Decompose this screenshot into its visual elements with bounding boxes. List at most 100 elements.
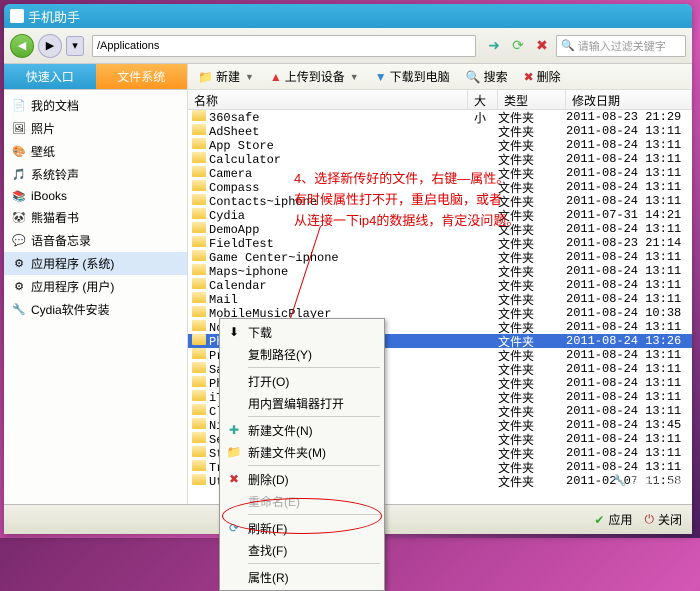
file-row[interactable]: Game Center~iphone文件夹2011-08-24 13:11 <box>188 250 692 264</box>
file-row[interactable]: Contacts~iphone文件夹2011-08-24 13:11 <box>188 194 692 208</box>
history-dropdown[interactable]: ▾ <box>66 36 84 56</box>
cm-delete[interactable]: ✖删除(D) <box>222 468 382 490</box>
sidebar-item[interactable]: 🔧 Cydia软件安装 <box>4 298 187 321</box>
refresh-icon: ⟳ <box>226 520 242 536</box>
sidebar-item[interactable]: 📄我的文档 <box>4 94 187 117</box>
tab-file-system[interactable]: 文件系统 <box>96 64 188 90</box>
folder-icon <box>192 348 206 359</box>
folder-icon <box>192 474 206 485</box>
sidebar-tabs: 快速入口 文件系统 <box>4 64 187 90</box>
file-row[interactable]: Camera文件夹2011-08-24 13:11 <box>188 166 692 180</box>
apply-button[interactable]: ✔应用 <box>594 511 632 528</box>
close-button[interactable]: ⏻关闭 <box>644 511 682 528</box>
folder-icon <box>192 306 206 317</box>
cm-new-file[interactable]: ✚新建文件(N) <box>222 419 382 441</box>
sidebar: 快速入口 文件系统 📄我的文档 🖼 照片 🎨 壁纸 🎵 系统铃声 📚 iBooks 🐼熊猫看书💬语… <box>4 64 188 534</box>
main-toolbar: 📁新建▼ ▲上传到设备▼ ▼下载到电脑 🔍搜索 ✖删除 <box>188 64 692 90</box>
refresh-icon[interactable]: ⟳ <box>508 36 528 56</box>
sidebar-item[interactable]: 📚 iBooks <box>4 186 187 206</box>
folder-icon <box>192 404 206 415</box>
sidebar-item[interactable]: ⚙应用程序 (系统) <box>4 252 187 275</box>
file-row[interactable]: Calendar文件夹2011-08-24 13:11 <box>188 278 692 292</box>
sidebar-list: 📄我的文档🖼照片🎨壁纸🎵系统铃声📚iBooks🐼熊猫看书💬语音备忘录⚙应用程序 … <box>4 90 187 325</box>
close-icon: ⏻ <box>644 512 654 527</box>
new-button[interactable]: 📁新建▼ <box>194 66 258 87</box>
folder-icon <box>192 194 206 205</box>
col-name[interactable]: 名称 <box>188 90 468 109</box>
sidebar-item[interactable]: 🖼 照片 <box>4 117 187 140</box>
search-icon: 🔍 <box>561 39 575 52</box>
delete-button[interactable]: ✖删除 <box>520 66 565 87</box>
file-row[interactable]: FieldTest文件夹2011-08-23 21:14 <box>188 236 692 250</box>
sidebar-item-icon: 📚 <box>12 189 26 203</box>
folder-icon <box>192 376 206 387</box>
search-input[interactable]: 🔍 请输入过滤关键字 <box>556 35 686 57</box>
sidebar-item[interactable]: 💬语音备忘录 <box>4 229 187 252</box>
folder-icon <box>192 208 206 219</box>
file-row[interactable]: Compass文件夹2011-08-24 13:11 <box>188 180 692 194</box>
sidebar-item-label: 系统铃声 <box>31 166 79 183</box>
file-row[interactable]: Maps~iphone文件夹2011-08-24 13:11 <box>188 264 692 278</box>
search-icon: 🔍 <box>466 70 481 84</box>
remove-icon[interactable]: ✖ <box>532 36 552 56</box>
sidebar-item-label: Cydia软件安装 <box>31 301 110 318</box>
file-row[interactable]: AdSheet文件夹2011-08-24 13:11 <box>188 124 692 138</box>
search-button[interactable]: 🔍搜索 <box>462 66 512 87</box>
path-input[interactable] <box>92 35 476 57</box>
sidebar-item[interactable]: ⚙应用程序 (用户) <box>4 275 187 298</box>
col-type[interactable]: 类型 <box>498 90 566 109</box>
sidebar-item-label: 壁纸 <box>31 143 55 160</box>
sidebar-item[interactable]: 🐼熊猫看书 <box>4 206 187 229</box>
folder-icon <box>192 460 206 471</box>
sidebar-item-icon: 🐼 <box>12 211 26 225</box>
sidebar-item[interactable]: 🎨 壁纸 <box>4 140 187 163</box>
folder-plus-icon: 📁 <box>226 444 242 460</box>
sidebar-item-icon: 🎵 <box>12 168 26 182</box>
cm-open[interactable]: 打开(O) <box>222 370 382 392</box>
tab-quick-entry[interactable]: 快速入口 <box>4 64 96 90</box>
back-button[interactable]: ◀ <box>10 34 34 58</box>
folder-icon <box>192 236 206 247</box>
file-row[interactable]: Mail文件夹2011-08-24 13:11 <box>188 292 692 306</box>
folder-icon <box>192 278 206 289</box>
cm-find[interactable]: 查找(F) <box>222 539 382 561</box>
go-button[interactable]: ➜ <box>484 36 504 56</box>
col-size[interactable]: 大小 <box>468 90 498 109</box>
cm-new-folder[interactable]: 📁新建文件夹(M) <box>222 441 382 463</box>
folder-icon <box>192 222 206 233</box>
cm-refresh[interactable]: ⟳刷新(F) <box>222 517 382 539</box>
folder-icon <box>192 446 206 457</box>
folder-icon <box>192 362 206 373</box>
sidebar-item-icon: 📄 <box>12 99 26 113</box>
sidebar-item-label: 照片 <box>31 120 55 137</box>
cm-rename: 重命名(E) <box>222 490 382 512</box>
folder-icon <box>192 124 206 135</box>
folder-icon <box>192 152 206 163</box>
sidebar-item[interactable]: 🎵 系统铃声 <box>4 163 187 186</box>
col-date[interactable]: 修改日期 <box>566 90 692 109</box>
sidebar-item-icon: ⚙ <box>12 257 26 271</box>
file-row[interactable]: App Store文件夹2011-08-24 13:11 <box>188 138 692 152</box>
sidebar-item-icon: 🎨 <box>12 145 26 159</box>
file-list-header: 名称 大小 类型 修改日期 <box>188 90 692 110</box>
cm-copy-path[interactable]: 复制路径(Y) <box>222 343 382 365</box>
context-menu: ⬇下载 复制路径(Y) 打开(O) 用内置编辑器打开 ✚新建文件(N) 📁新建文… <box>219 318 385 591</box>
sidebar-item-label: 应用程序 (用户) <box>31 278 114 295</box>
file-row[interactable]: 360safe文件夹2011-08-23 21:29 <box>188 110 692 124</box>
cm-properties[interactable]: 属性(R) <box>222 566 382 588</box>
check-icon: ✔ <box>594 513 604 527</box>
file-row[interactable]: DemoApp文件夹2011-08-24 13:11 <box>188 222 692 236</box>
sidebar-item-icon: 🔧 <box>12 303 26 317</box>
window-title: 手机助手 <box>28 7 80 26</box>
sidebar-item-icon: 🖼 <box>12 122 26 136</box>
sidebar-item-label: iBooks <box>31 189 67 203</box>
file-row[interactable]: Calculator文件夹2011-08-24 13:11 <box>188 152 692 166</box>
forward-button[interactable]: ▶ <box>38 34 62 58</box>
download-button[interactable]: ▼下载到电脑 <box>371 66 454 87</box>
file-row[interactable]: Cydia文件夹2011-07-31 14:21 <box>188 208 692 222</box>
cm-download[interactable]: ⬇下载 <box>222 321 382 343</box>
upload-button[interactable]: ▲上传到设备▼ <box>266 66 363 87</box>
cm-open-editor[interactable]: 用内置编辑器打开 <box>222 392 382 414</box>
folder-icon <box>192 320 206 331</box>
download-icon: ⬇ <box>226 324 242 340</box>
